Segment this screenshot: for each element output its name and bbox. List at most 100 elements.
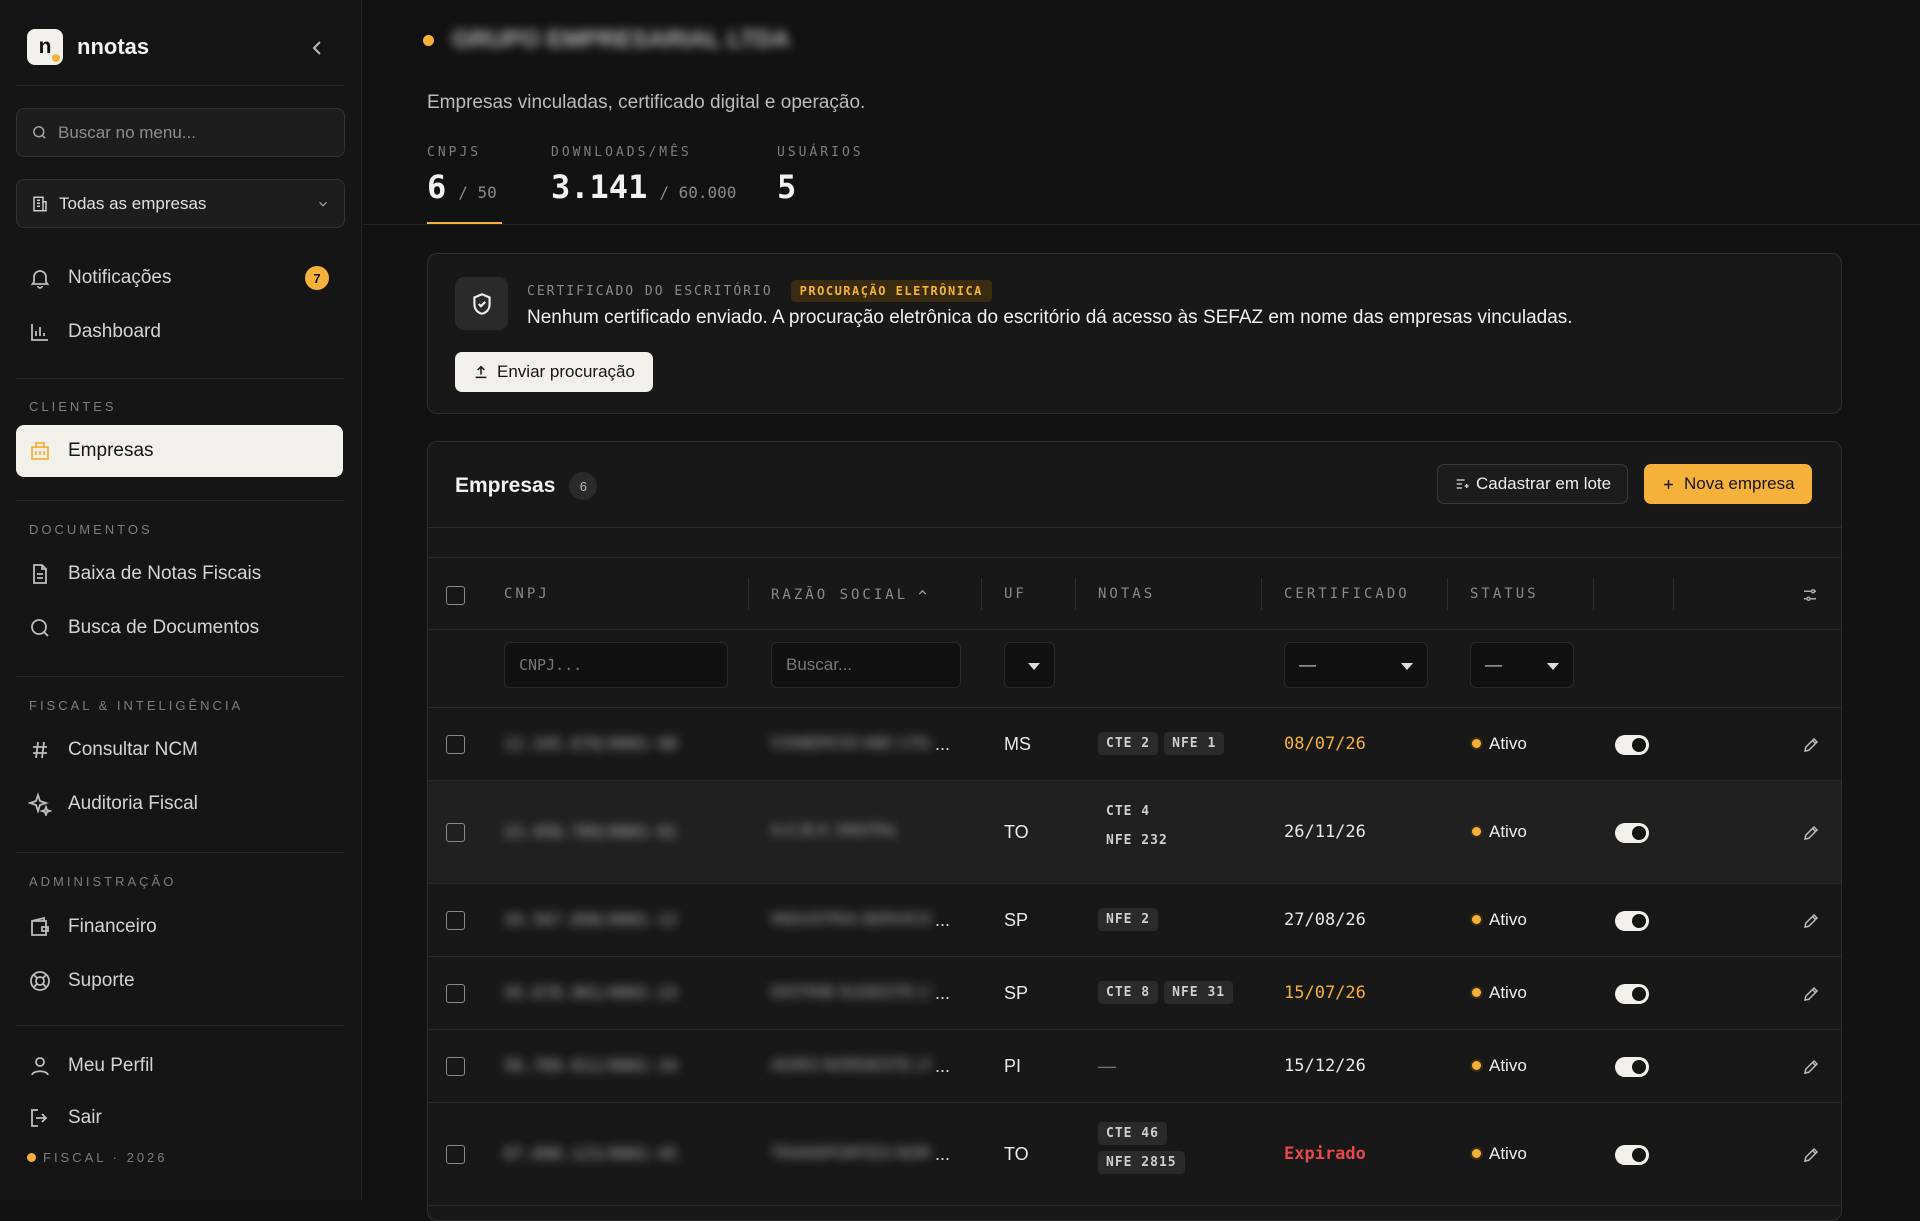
razao-social-text: COMERCIO ABC LTDA [771, 735, 931, 752]
sidebar-item-notifications[interactable]: Notificações 7 [16, 252, 343, 304]
stat-downloads[interactable]: DOWNLOADS/MÊS 3.141 / 60.000 [551, 145, 736, 206]
company-selector-label: Todas as empresas [59, 193, 207, 213]
status-text: Ativo [1489, 982, 1527, 1002]
edit-pencil-icon[interactable] [1802, 1058, 1820, 1076]
sidebar-item-meu-perfil[interactable]: Meu Perfil [16, 1040, 343, 1092]
edit-pencil-icon[interactable] [1802, 985, 1820, 1003]
table-header: CNPJ RAZÃO SOCIAL UF NOTAS CERTIFICADO S… [428, 557, 1841, 630]
col-razao-social[interactable]: RAZÃO SOCIAL [771, 586, 929, 603]
status-dot [1470, 825, 1483, 838]
nota-badge: NFE 2815 [1098, 1150, 1185, 1174]
sidebar-item-sair[interactable]: Sair [16, 1092, 343, 1144]
table-row[interactable]: 45.678.901/0001-23 DISTRIB SUDESTE LTDA..… [428, 957, 1841, 1030]
active-toggle[interactable] [1615, 1056, 1649, 1077]
status-dot [1470, 913, 1483, 926]
razao-social-text: A.C.B.X. DIGITAL [771, 821, 898, 839]
main-content: GRUPO EMPRESARIAL LTDA Empresas vinculad… [363, 0, 1920, 1221]
razao-social-text: TRANSPORTES NORTE LTDA [771, 1145, 931, 1162]
edit-pencil-icon[interactable] [1802, 824, 1820, 842]
col-uf[interactable]: UF [1004, 586, 1027, 602]
active-toggle[interactable] [1615, 983, 1649, 1004]
row-checkbox[interactable] [446, 910, 465, 930]
sidebar-item-consultar-ncm[interactable]: Consultar NCM [16, 724, 343, 776]
lifebuoy-icon [30, 971, 50, 991]
table-row[interactable]: 56.789.012/0001-34 AGRO NORDESTE LTDA... P… [428, 1030, 1841, 1103]
col-notas[interactable]: NOTAS [1098, 586, 1155, 602]
column-settings-icon[interactable] [1801, 586, 1819, 604]
company-selector[interactable]: Todas as empresas [16, 179, 345, 228]
nota-badge: CTE 46 [1098, 1121, 1167, 1145]
row-checkbox[interactable] [446, 983, 465, 1003]
sidebar-item-financeiro[interactable]: Financeiro [16, 901, 343, 953]
search-icon [31, 619, 49, 637]
sidebar-item-baixa-notas[interactable]: Baixa de Notas Fiscais [16, 548, 343, 600]
brand[interactable]: n nnotas [27, 29, 149, 65]
column-separator [748, 578, 749, 610]
status-filter[interactable]: — [1470, 642, 1574, 688]
stat-usuarios[interactable]: USUÁRIOS 5 [777, 145, 864, 206]
notification-badge: 7 [305, 266, 329, 290]
notas-cell: — [1098, 1055, 1116, 1076]
edit-pencil-icon[interactable] [1802, 736, 1820, 754]
plus-icon [1664, 479, 1673, 489]
sidebar-item-empresas[interactable]: Empresas [16, 425, 343, 477]
table-row[interactable]: 34.567.890/0001-12 INDUSTRIA SERVICOS LTD… [428, 884, 1841, 957]
sparkles-icon [28, 792, 52, 816]
column-separator [981, 578, 982, 610]
uf-cell: MS [1004, 733, 1031, 754]
column-separator [1673, 578, 1674, 610]
toggle-knob [1632, 1147, 1646, 1162]
companies-card: Empresas 6 Cadastrar em lote Nova empres… [427, 441, 1842, 1221]
toggle-knob [1632, 986, 1646, 1001]
status-text: Ativo [1489, 909, 1527, 929]
divider [16, 378, 344, 379]
active-toggle[interactable] [1615, 910, 1649, 931]
file-text-icon [33, 564, 47, 584]
status-text: Ativo [1489, 733, 1527, 753]
col-certificado[interactable]: CERTIFICADO [1284, 586, 1410, 602]
uf-cell: SP [1004, 982, 1029, 1003]
row-checkbox[interactable] [446, 1056, 465, 1076]
table-row[interactable]: 12.345.678/0001-90 COMERCIO ABC LTDA... MS… [428, 708, 1841, 781]
status-text: Ativo [1489, 1143, 1527, 1163]
active-toggle[interactable] [1615, 734, 1649, 755]
table-row[interactable]: 23.456.789/0001-01 A.C.B.X. DIGITAL TO CTE … [428, 781, 1841, 884]
table-row[interactable]: 67.890.123/0001-45 TRANSPORTES NORTE LTDA… [428, 1103, 1841, 1206]
edit-pencil-icon[interactable] [1802, 1146, 1820, 1164]
sidebar-item-auditoria-fiscal[interactable]: Auditoria Fiscal [16, 778, 343, 830]
active-toggle[interactable] [1615, 1144, 1649, 1165]
send-procuracao-button[interactable]: Enviar procuração [455, 352, 653, 392]
row-checkbox[interactable] [446, 822, 465, 842]
razao-filter[interactable] [771, 642, 961, 688]
cnpj-filter-input[interactable] [519, 656, 713, 674]
uf-filter[interactable] [1004, 642, 1055, 688]
sidebar-item-label: Meu Perfil [68, 1055, 154, 1076]
col-cnpj[interactable]: CNPJ [504, 586, 550, 602]
menu-search-input[interactable] [58, 122, 318, 143]
companies-title: Empresas 6 [455, 472, 598, 500]
batch-register-button[interactable]: Cadastrar em lote [1437, 464, 1629, 504]
row-checkbox[interactable] [446, 1144, 465, 1164]
col-status[interactable]: STATUS [1470, 586, 1539, 602]
sidebar-item-label: Busca de Documentos [68, 617, 260, 638]
sidebar-item-suporte[interactable]: Suporte [16, 955, 343, 1007]
certificado-filter[interactable]: — [1284, 642, 1428, 688]
cnpj-cell: 23.456.789/0001-01 [504, 821, 678, 841]
cnpj-filter[interactable] [504, 642, 728, 688]
active-toggle[interactable] [1615, 822, 1649, 843]
building-icon [33, 196, 47, 211]
row-checkbox[interactable] [446, 734, 465, 754]
sidebar-item-dashboard[interactable]: Dashboard [16, 306, 343, 358]
logo-letter: n [38, 35, 52, 58]
certificado-cell: 08/07/26 [1284, 733, 1366, 754]
chevron-left-icon[interactable] [305, 36, 329, 60]
sidebar-item-busca-documentos[interactable]: Busca de Documentos [16, 602, 343, 654]
razao-filter-input[interactable] [786, 655, 946, 675]
new-company-button[interactable]: Nova empresa [1644, 464, 1812, 504]
certificado-cell: Expirado [1284, 1143, 1366, 1164]
stat-cnpjs[interactable]: CNPJS 6 / 50 [427, 145, 497, 206]
edit-pencil-icon[interactable] [1802, 912, 1820, 930]
select-all-checkbox[interactable] [446, 586, 465, 605]
certificado-cell: 26/11/26 [1284, 821, 1366, 842]
menu-search[interactable] [16, 108, 345, 157]
